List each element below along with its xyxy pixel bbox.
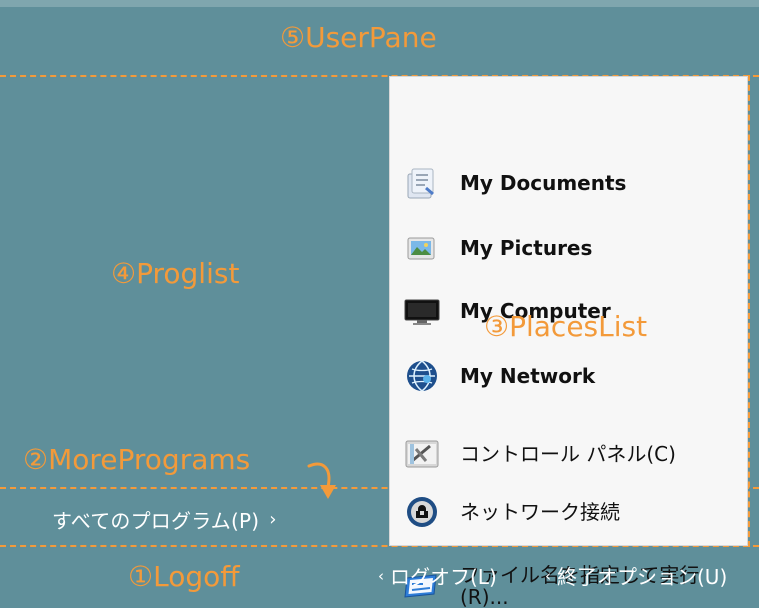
place-item-network-connections[interactable]: ネットワーク接続 bbox=[400, 488, 730, 536]
place-label: My Network bbox=[460, 363, 596, 388]
chevron-left-icon: ‹ bbox=[545, 566, 551, 585]
place-item-my-pictures[interactable]: My Pictures bbox=[400, 224, 730, 272]
control-panel-icon bbox=[400, 432, 444, 476]
place-label: My Documents bbox=[460, 170, 627, 195]
place-item-my-documents[interactable]: My Documents bbox=[400, 159, 730, 207]
places-right-divider bbox=[748, 75, 750, 547]
all-programs-button[interactable]: すべてのプログラム(P) › bbox=[52, 499, 352, 539]
logoff-label: ログオフ(L) bbox=[390, 565, 497, 589]
place-item-my-network[interactable]: My Network bbox=[400, 352, 730, 400]
all-programs-label: すべてのプログラム(P) bbox=[52, 508, 260, 533]
computer-icon bbox=[400, 289, 444, 333]
logoff-callout: ①Logoff bbox=[128, 560, 240, 593]
shutdown-options-label: 終了オプション(U) bbox=[557, 565, 728, 589]
places-list-callout: ③PlacesList bbox=[484, 310, 648, 343]
logoff-button[interactable]: ‹ ログオフ(L) bbox=[378, 561, 497, 590]
proglist-callout: ④Proglist bbox=[111, 257, 240, 290]
user-pane-callout: ⑤UserPane bbox=[280, 21, 437, 54]
chevron-right-icon: › bbox=[269, 508, 277, 530]
curved-arrow-icon bbox=[307, 462, 336, 499]
network-connections-icon bbox=[400, 490, 444, 534]
shutdown-options-button[interactable]: ‹ 終了オプション(U) bbox=[545, 561, 727, 590]
documents-icon bbox=[400, 161, 444, 205]
place-item-control-panel[interactable]: コントロール パネル(C) bbox=[400, 430, 730, 478]
top-strip bbox=[0, 0, 759, 7]
more-programs-callout: ②MorePrograms bbox=[23, 443, 251, 476]
place-label: コントロール パネル(C) bbox=[460, 441, 676, 466]
start-menu-panel: ⑤UserPane ④Proglist My Documents My Pict… bbox=[0, 0, 759, 608]
place-label: My Pictures bbox=[460, 235, 593, 260]
place-label: ネットワーク接続 bbox=[460, 499, 620, 524]
pictures-icon bbox=[400, 226, 444, 270]
chevron-left-icon: ‹ bbox=[378, 566, 384, 585]
network-icon bbox=[400, 354, 444, 398]
